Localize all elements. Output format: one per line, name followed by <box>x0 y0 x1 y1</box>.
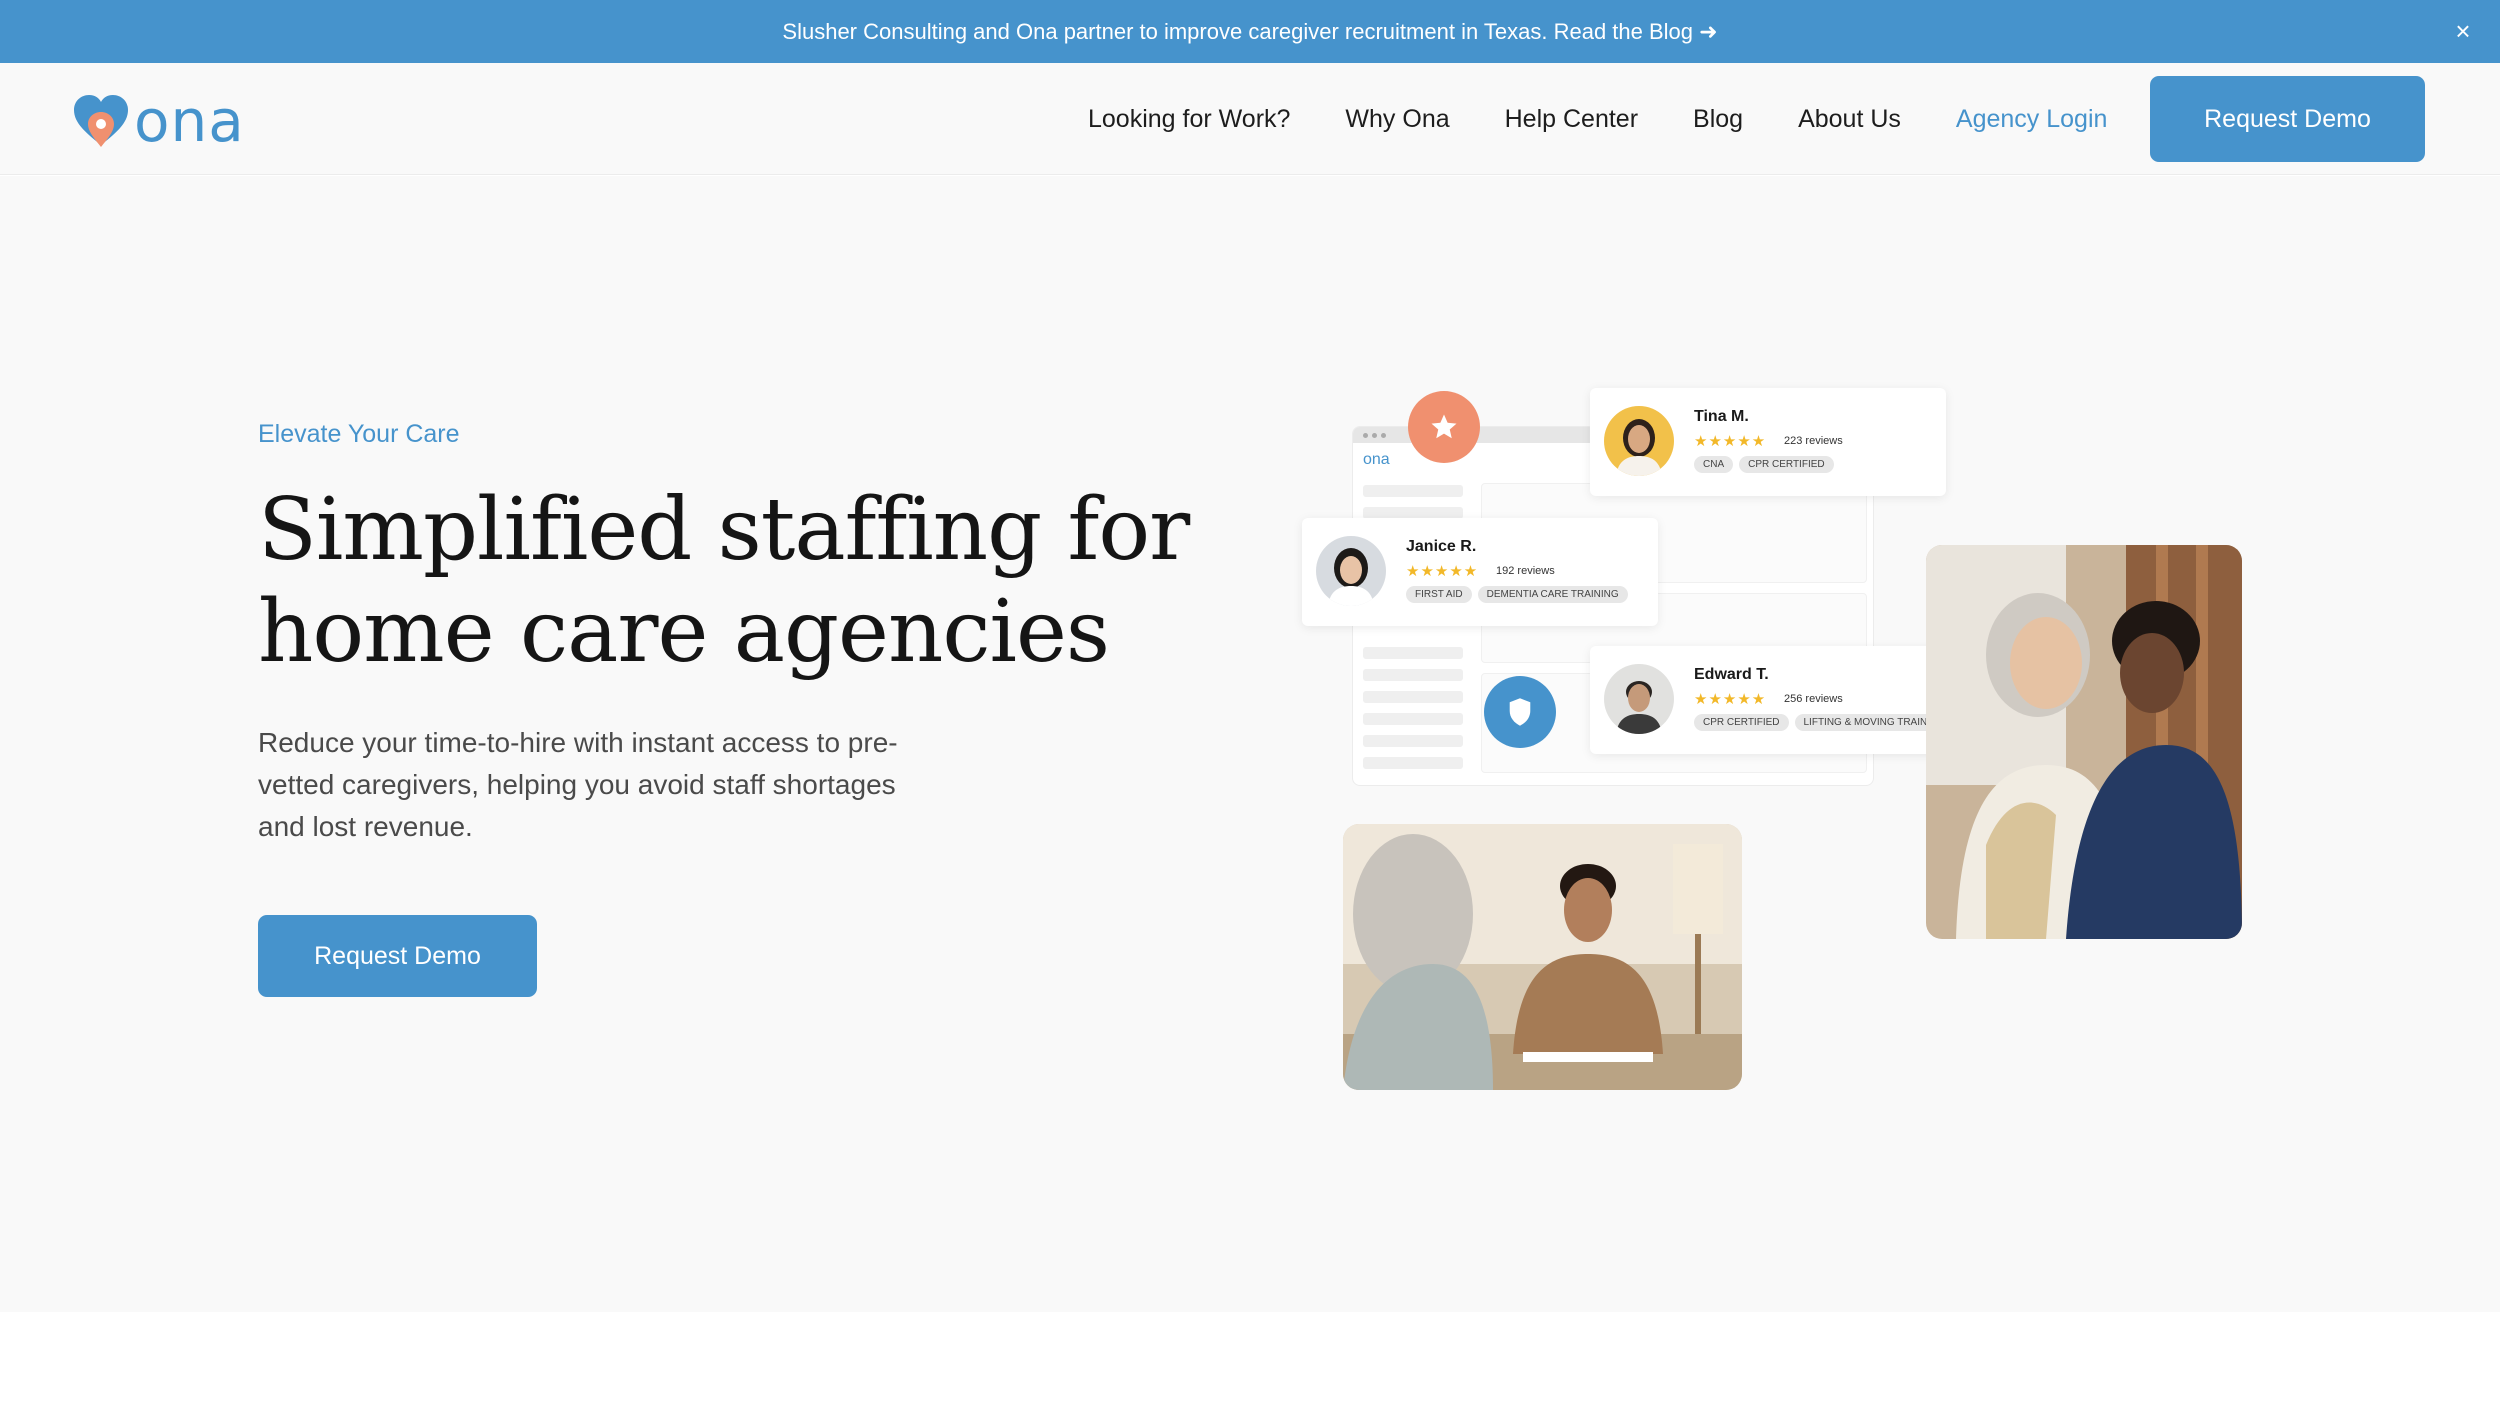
mockup-sidebar-line <box>1363 735 1463 747</box>
caregiver-name: Janice R. <box>1406 538 1477 555</box>
agency-login-link[interactable]: Agency Login <box>1956 105 2108 134</box>
ona-logo[interactable]: ona <box>72 91 262 151</box>
caregiver-name: Tina M. <box>1694 408 1749 425</box>
caregiver-card: Tina M. ★★★★★ 223 reviews CNA CPR CERTIF… <box>1590 388 1946 496</box>
nav-looking-for-work[interactable]: Looking for Work? <box>1088 105 1290 134</box>
tag: CPR CERTIFIED <box>1739 456 1834 473</box>
site-header: ona Looking for Work? Why Ona Help Cente… <box>0 63 2500 175</box>
star-badge <box>1408 391 1480 463</box>
review-count: 256 reviews <box>1784 693 1843 705</box>
caregiver-photo-icon <box>1604 406 1674 476</box>
announcement-link[interactable]: Slusher Consulting and Ona partner to im… <box>782 19 1717 45</box>
avatar <box>1316 536 1386 606</box>
shield-icon <box>1509 698 1531 726</box>
mockup-sidebar-line <box>1363 669 1463 681</box>
caregiver-card: Edward T. ★★★★★ 256 reviews CPR CERTIFIE… <box>1590 646 1954 754</box>
rating-stars: ★★★★★ <box>1694 433 1767 450</box>
caregiver-card: Janice R. ★★★★★ 192 reviews FIRST AID DE… <box>1302 518 1658 626</box>
hero-title-line1: Simplified staffing for <box>258 480 1190 580</box>
window-dot <box>1363 432 1368 438</box>
next-section <box>0 1312 2500 1420</box>
nav-help-center[interactable]: Help Center <box>1505 105 1638 134</box>
tag: FIRST AID <box>1406 586 1472 603</box>
mockup-sidebar-line <box>1363 757 1463 769</box>
shield-badge <box>1484 676 1556 748</box>
nav-blog[interactable]: Blog <box>1693 105 1743 134</box>
caregiver-name: Edward T. <box>1694 666 1769 683</box>
avatar <box>1604 406 1674 476</box>
hero-request-demo-button[interactable]: Request Demo <box>258 915 537 997</box>
tag-list: FIRST AID DEMENTIA CARE TRAINING <box>1406 586 1628 603</box>
mockup-sidebar-line <box>1363 691 1463 703</box>
mockup-sidebar-line <box>1363 647 1463 659</box>
heart-pin-logo-icon <box>74 95 128 147</box>
hero-eyebrow: Elevate Your Care <box>258 420 460 448</box>
hero-subtitle: Reduce your time-to-hire with instant ac… <box>258 727 898 842</box>
announcement-bar: Slusher Consulting and Ona partner to im… <box>0 0 2500 63</box>
hero-section: Elevate Your Care Simplified staffing fo… <box>0 176 2500 1312</box>
request-demo-button[interactable]: Request Demo <box>2150 76 2425 162</box>
hero-title-line2: home care agencies <box>258 582 1110 682</box>
mockup-sidebar-line <box>1363 713 1463 725</box>
window-dot <box>1381 432 1386 438</box>
caregiver-photo-icon <box>1604 664 1674 734</box>
consultation-photo <box>1343 824 1742 1090</box>
rating-stars: ★★★★★ <box>1694 691 1767 708</box>
close-icon[interactable]: × <box>2446 14 2480 48</box>
caregiver-with-senior-photo <box>1926 545 2242 939</box>
consultation-image-icon <box>1343 824 1742 1090</box>
logo-wordmark: ona <box>134 87 245 155</box>
mockup-sidebar-line <box>1363 485 1463 497</box>
nav-about-us[interactable]: About Us <box>1798 105 1901 134</box>
star-icon <box>1431 414 1457 439</box>
review-count: 223 reviews <box>1784 435 1843 447</box>
tag: CPR CERTIFIED <box>1694 714 1789 731</box>
tag: DEMENTIA CARE TRAINING <box>1477 586 1628 603</box>
tag-list: CNA CPR CERTIFIED <box>1694 456 1834 473</box>
nav-why-ona[interactable]: Why Ona <box>1345 105 1449 134</box>
caregiver-photo-icon <box>1316 536 1386 606</box>
tag-list: CPR CERTIFIED LIFTING & MOVING TRAINING <box>1694 714 1954 731</box>
caregiver-hug-image-icon <box>1926 545 2242 939</box>
tag: CNA <box>1694 456 1734 473</box>
mockup-logo: ona <box>1363 451 1390 468</box>
rating-stars: ★★★★★ <box>1406 563 1479 580</box>
window-dot <box>1372 432 1377 438</box>
hero-title: Simplified staffing for home care agenci… <box>258 479 1218 683</box>
main-nav: Looking for Work? Why Ona Help Center Bl… <box>1088 63 2107 175</box>
review-count: 192 reviews <box>1496 565 1555 577</box>
avatar <box>1604 664 1674 734</box>
